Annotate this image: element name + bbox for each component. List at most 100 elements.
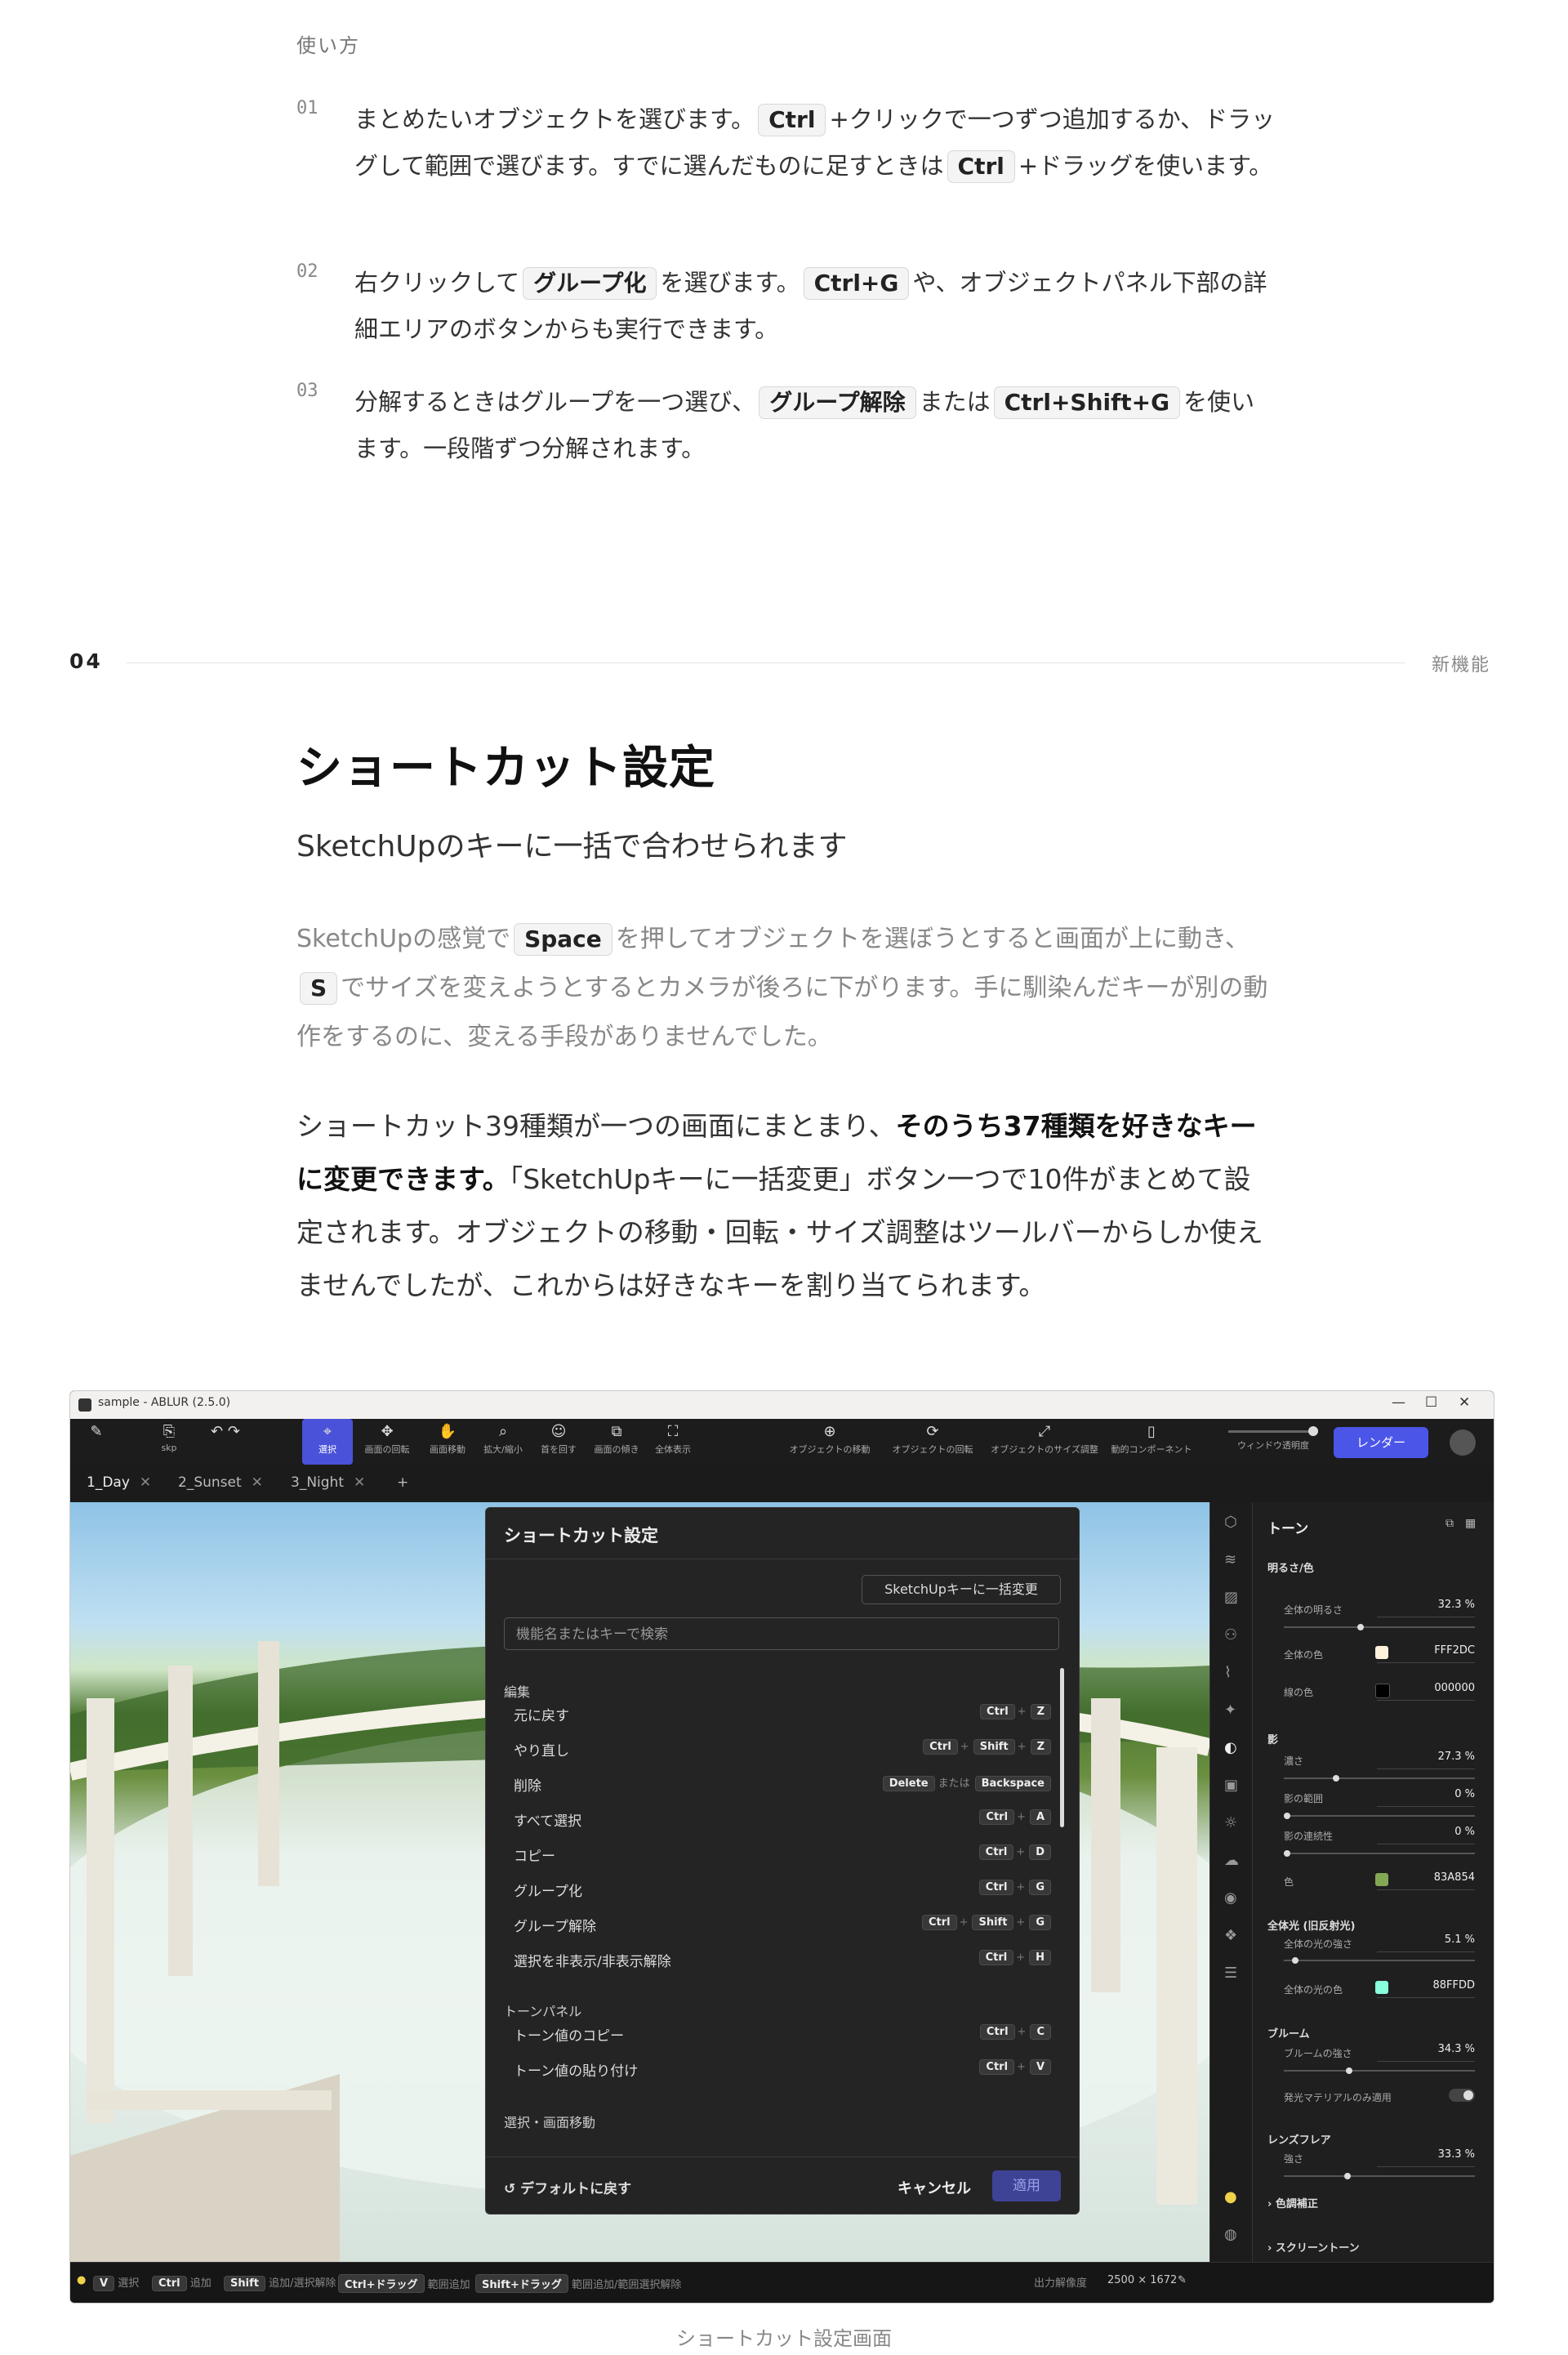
- tool-orbit[interactable]: ✥ 画面の回転: [356, 1419, 418, 1465]
- tone-icon[interactable]: ◐: [1224, 1739, 1237, 1756]
- cancel-button[interactable]: キャンセル: [898, 2177, 971, 2198]
- paste-icon[interactable]: ▦: [1465, 1517, 1476, 1530]
- global-light-strength-input[interactable]: 5.1 %: [1377, 1934, 1475, 1952]
- shortcut-row[interactable]: やり直し Ctrl + Shift + Z: [504, 1733, 1051, 1765]
- maximize-icon[interactable]: ☐: [1425, 1394, 1437, 1411]
- shadow-depth-input[interactable]: 27.3 %: [1377, 1751, 1475, 1769]
- bloom-strength-slider[interactable]: [1284, 2067, 1475, 2074]
- texture-icon[interactable]: ▨: [1224, 1589, 1238, 1606]
- tool-rotate-object[interactable]: ⟳ オブジェクトの回転: [882, 1419, 983, 1465]
- tool-zoom[interactable]: ⌕ 拡大/縮小: [477, 1419, 529, 1465]
- tool-scale-object[interactable]: ⤢ オブジェクトのサイズ調整: [983, 1419, 1106, 1465]
- overall-brightness-input[interactable]: 32.3 %: [1377, 1599, 1475, 1617]
- app-menu-button[interactable]: ✎: [80, 1419, 113, 1465]
- slider-handle[interactable]: [1292, 1957, 1298, 1964]
- shortcut-row[interactable]: すべて選択 Ctrl + A: [504, 1803, 1051, 1835]
- slider-handle[interactable]: [1357, 1624, 1364, 1630]
- shortcut-search-input[interactable]: 機能名またはキーで検索: [504, 1617, 1059, 1650]
- tool-tilt[interactable]: ⧉ 画面の傾き: [588, 1419, 645, 1465]
- shadow-range-input[interactable]: 0 %: [1377, 1788, 1475, 1807]
- section-bloom[interactable]: ブルーム: [1267, 2025, 1310, 2041]
- flare-strength-slider[interactable]: [1284, 2173, 1475, 2179]
- shortcut-keys[interactable]: Ctrl + A: [978, 1809, 1051, 1825]
- overall-brightness-slider[interactable]: [1284, 1624, 1475, 1630]
- render-button[interactable]: レンダー: [1334, 1427, 1428, 1458]
- person-icon[interactable]: ⚇: [1224, 1626, 1237, 1644]
- tool-dynamic-components[interactable]: ▯ 動的コンポーネント: [1106, 1419, 1197, 1465]
- section-screentone[interactable]: › スクリーントーン: [1267, 2239, 1360, 2255]
- resolution-value[interactable]: 2500 × 1672: [1107, 2274, 1177, 2286]
- tool-select[interactable]: ⌖ 選択: [302, 1419, 353, 1465]
- shortcut-row[interactable]: トーン値のコピー Ctrl + C: [504, 2018, 1051, 2050]
- dialog-scrollbar[interactable]: [1060, 1668, 1064, 1827]
- shortcut-keys[interactable]: Ctrl + Shift + G: [920, 1915, 1051, 1930]
- line-color-input[interactable]: 000000: [1377, 1682, 1475, 1701]
- shortcut-row[interactable]: 削除 Delete または Backspace: [504, 1768, 1051, 1800]
- tool-skp[interactable]: ⎘ skp: [149, 1419, 189, 1465]
- close-icon[interactable]: ✕: [1459, 1394, 1470, 1411]
- tool-pan[interactable]: ✋ 画面移動: [421, 1419, 474, 1465]
- sketchup-keys-button[interactable]: SketchUpキーに一括変更: [862, 1575, 1061, 1604]
- shortcut-keys[interactable]: Ctrl + V: [978, 2059, 1051, 2075]
- tab-1-day[interactable]: 1_Day ✕: [87, 1474, 151, 1491]
- shortcut-row[interactable]: 元に戻す Ctrl + Z: [504, 1697, 1051, 1730]
- sun-icon[interactable]: ☼: [1224, 1814, 1237, 1831]
- tool-move-object[interactable]: ⊕ オブジェクトの移動: [781, 1419, 879, 1465]
- shortcut-row[interactable]: トーン値の貼り付け Ctrl + V: [504, 2053, 1051, 2085]
- tab-2-sunset[interactable]: 2_Sunset ✕: [178, 1474, 263, 1491]
- shortcut-keys[interactable]: Delete または Backspace: [881, 1774, 1051, 1791]
- section-lens-flare[interactable]: レンズフレア: [1267, 2131, 1331, 2147]
- flare-strength-input[interactable]: 33.3 %: [1377, 2148, 1475, 2167]
- shortcut-row[interactable]: 選択を非表示/非表示解除 Ctrl + H: [504, 1943, 1051, 1976]
- shadow-color-input[interactable]: 83A854: [1377, 1871, 1475, 1890]
- close-tab-icon[interactable]: ✕: [140, 1474, 151, 1491]
- tool-undo-redo[interactable]: ↶ ↷: [201, 1419, 250, 1465]
- global-light-strength-slider[interactable]: [1284, 1957, 1475, 1964]
- sparkle-icon[interactable]: ✦: [1224, 1702, 1236, 1719]
- shortcut-keys[interactable]: Ctrl + G: [978, 1880, 1051, 1895]
- shortcut-keys[interactable]: Ctrl + Z: [978, 1704, 1051, 1719]
- weather-icon[interactable]: ☁: [1224, 1852, 1239, 1869]
- section-color-correction[interactable]: › 色調補正: [1267, 2195, 1318, 2210]
- cube-icon[interactable]: ⬡: [1224, 1514, 1237, 1531]
- shortcut-row[interactable]: コピー Ctrl + D: [504, 1838, 1051, 1871]
- tool-look-around[interactable]: ☺ 首を回す: [532, 1419, 585, 1465]
- layers-icon[interactable]: ≋: [1224, 1551, 1236, 1568]
- close-tab-icon[interactable]: ✕: [252, 1474, 263, 1491]
- edit-icon[interactable]: ✎: [1178, 2274, 1187, 2286]
- bulb-icon[interactable]: ●: [1224, 2188, 1237, 2206]
- image-icon[interactable]: ▣: [1224, 1777, 1238, 1794]
- shadow-continuity-slider[interactable]: [1284, 1850, 1475, 1857]
- shortcut-keys[interactable]: Ctrl + Shift + Z: [921, 1739, 1051, 1755]
- shortcut-keys[interactable]: Ctrl + D: [978, 1844, 1051, 1860]
- user-avatar[interactable]: [1450, 1430, 1476, 1456]
- shortcut-keys[interactable]: Ctrl + H: [978, 1950, 1051, 1965]
- window-opacity-slider[interactable]: [1228, 1430, 1318, 1433]
- close-tab-icon[interactable]: ✕: [354, 1474, 365, 1491]
- section-global-light[interactable]: 全体光 (旧反射光): [1267, 1917, 1355, 1933]
- copy-icon[interactable]: ⧉: [1446, 1517, 1454, 1530]
- tab-3-night[interactable]: 3_Night ✕: [291, 1474, 365, 1491]
- section-shadow[interactable]: 影: [1267, 1731, 1278, 1746]
- objects-icon[interactable]: ❖: [1224, 1927, 1237, 1944]
- slider-handle[interactable]: [1284, 1850, 1290, 1857]
- reset-defaults-button[interactable]: ↺ デフォルトに戻す: [504, 2177, 631, 2197]
- add-tab-button[interactable]: +: [397, 1474, 408, 1491]
- tool-zoom-extents[interactable]: ⛶ 全体表示: [648, 1419, 697, 1465]
- minimize-icon[interactable]: —: [1392, 1394, 1405, 1411]
- shadow-continuity-input[interactable]: 0 %: [1377, 1826, 1475, 1844]
- global-light-color-input[interactable]: 88FFDD: [1377, 1979, 1475, 1998]
- bloom-strength-input[interactable]: 34.3 %: [1377, 2043, 1475, 2062]
- overall-color-input[interactable]: FFF2DC: [1377, 1644, 1475, 1663]
- apply-button[interactable]: 適用: [992, 2170, 1061, 2201]
- shortcut-row[interactable]: グループ化 Ctrl + G: [504, 1873, 1051, 1906]
- chat-icon[interactable]: ◍: [1224, 2226, 1237, 2243]
- shadow-depth-slider[interactable]: [1284, 1775, 1475, 1782]
- section-brightness[interactable]: 明るさ/色: [1267, 1559, 1314, 1575]
- shadow-range-slider[interactable]: [1284, 1813, 1475, 1819]
- slider-handle[interactable]: [1346, 2067, 1352, 2074]
- window-opacity-slider-handle[interactable]: [1308, 1426, 1318, 1436]
- camera-icon[interactable]: ◉: [1224, 1889, 1237, 1907]
- shortcut-row[interactable]: グループ解除 Ctrl + Shift + G: [504, 1908, 1051, 1941]
- brush-icon[interactable]: ⌇: [1224, 1664, 1232, 1681]
